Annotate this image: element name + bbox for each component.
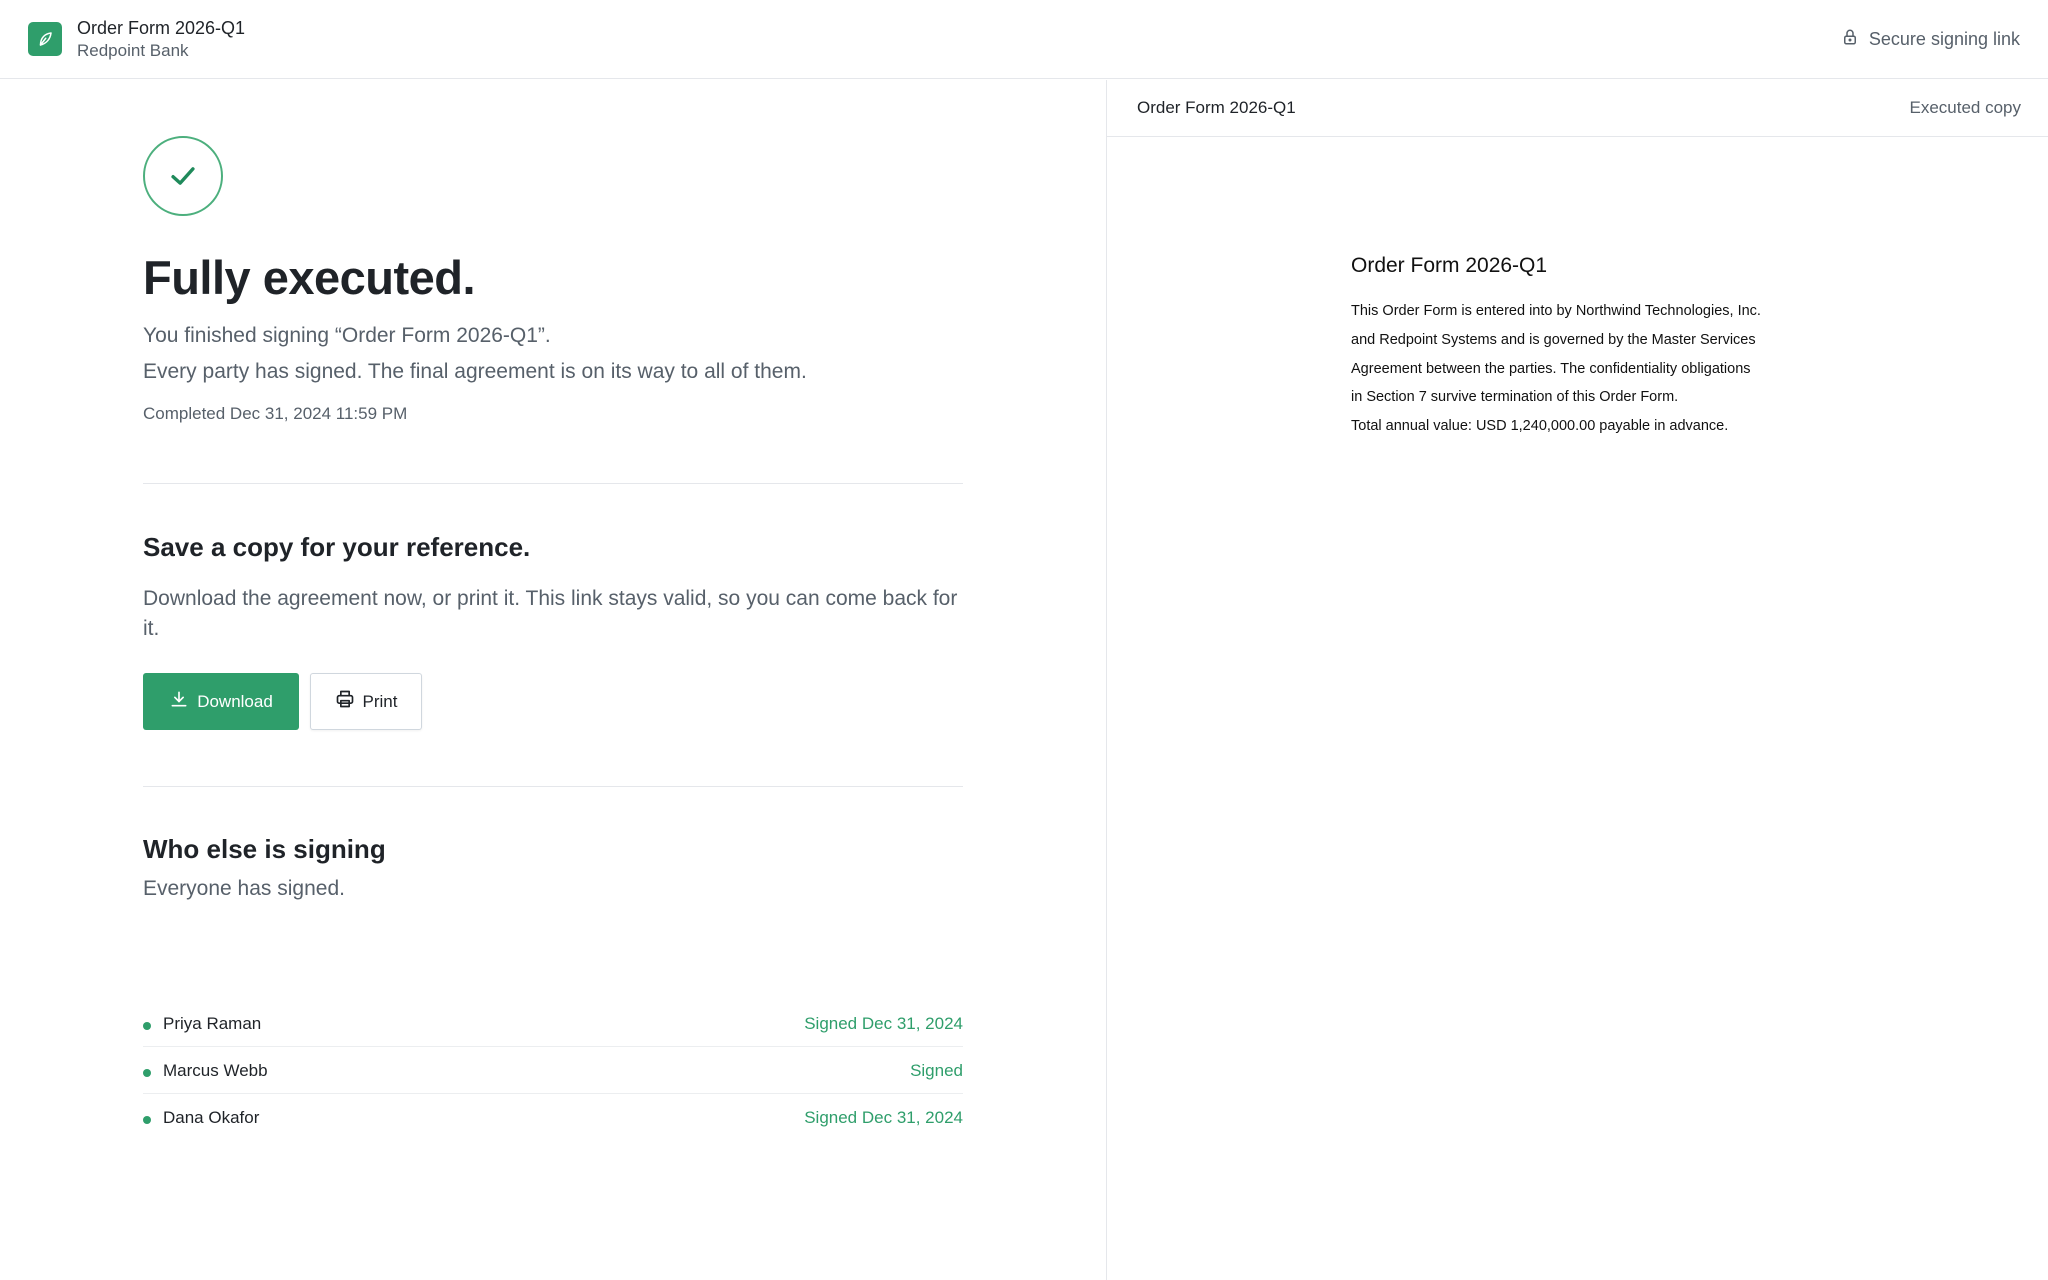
document-page[interactable]: Order Form 2026-Q1 This Order Form is en…	[1225, 152, 2021, 1280]
completed-timestamp: Completed Dec 31, 2024 11:59 PM	[143, 404, 408, 423]
document-heading: Order Form 2026-Q1	[1351, 254, 1548, 277]
printer-icon	[335, 689, 355, 714]
signer-row: Dana Okafor Signed Dec 31, 2024	[143, 1094, 963, 1141]
secure-signing-indicator: Secure signing link	[1841, 28, 2020, 51]
print-button-label: Print	[362, 691, 398, 711]
signer-status: Signed Dec 31, 2024	[804, 1014, 963, 1033]
signer-row: Priya Raman Signed Dec 31, 2024	[143, 1000, 963, 1047]
document-line: This Order Form is entered into by North…	[1351, 303, 1761, 319]
signer-list: Priya Raman Signed Dec 31, 2024 Marcus W…	[143, 1000, 963, 1141]
signers-title: Who else is signing	[143, 834, 386, 864]
signer-name: Marcus Webb	[163, 1061, 268, 1080]
download-icon	[169, 689, 189, 714]
preview-header: Order Form 2026-Q1 Executed copy	[1107, 80, 2048, 137]
check-icon	[143, 136, 223, 216]
status-headline: Fully executed.	[143, 251, 476, 304]
status-dot	[143, 1022, 151, 1030]
document-line: Agreement between the parties. The confi…	[1351, 360, 1751, 377]
executed-copy-label: Executed copy	[1909, 98, 2021, 117]
download-button-label: Download	[197, 691, 273, 711]
document-preview-panel: Order Form 2026-Q1 Executed copy Order F…	[1106, 80, 2048, 1280]
document-title: Order Form 2026-Q1	[77, 18, 246, 38]
signer-row: Marcus Webb Signed	[143, 1047, 963, 1094]
completion-panel: Fully executed. You finished signing “Or…	[0, 80, 1106, 1280]
status-detail: Every party has signed. The final agreem…	[143, 360, 807, 383]
section-divider	[143, 483, 963, 484]
status-dot	[143, 1069, 151, 1077]
document-line: in Section 7 survive termination of this…	[1351, 389, 1679, 406]
save-copy-description: Download the agreement now, or print it.…	[143, 587, 958, 640]
leaf-icon	[28, 22, 62, 56]
save-copy-title: Save a copy for your reference.	[143, 532, 531, 562]
lock-icon	[1841, 28, 1859, 51]
secure-signing-label: Secure signing link	[1868, 29, 2020, 49]
download-button[interactable]: Download	[143, 673, 299, 730]
signer-name: Priya Raman	[163, 1014, 262, 1033]
organization-name: Redpoint Bank	[77, 41, 189, 60]
preview-title: Order Form 2026-Q1	[1137, 98, 1296, 117]
signer-status: Signed Dec 31, 2024	[804, 1108, 963, 1127]
document-body: This Order Form is entered into by North…	[1351, 297, 1811, 441]
print-button[interactable]: Print	[310, 673, 422, 730]
signer-name: Dana Okafor	[163, 1108, 260, 1127]
document-line: and Redpoint Systems and is governed by …	[1351, 331, 1756, 348]
top-bar: Order Form 2026-Q1 Redpoint Bank Secure …	[0, 0, 2048, 79]
signers-subtitle: Everyone has signed.	[143, 877, 345, 900]
status-dot	[143, 1116, 151, 1124]
section-divider	[143, 786, 963, 787]
document-line: Total annual value: USD 1,240,000.00 pay…	[1351, 418, 1729, 435]
status-message: You finished signing “Order Form 2026-Q1…	[143, 324, 551, 347]
signer-status: Signed	[910, 1061, 963, 1080]
